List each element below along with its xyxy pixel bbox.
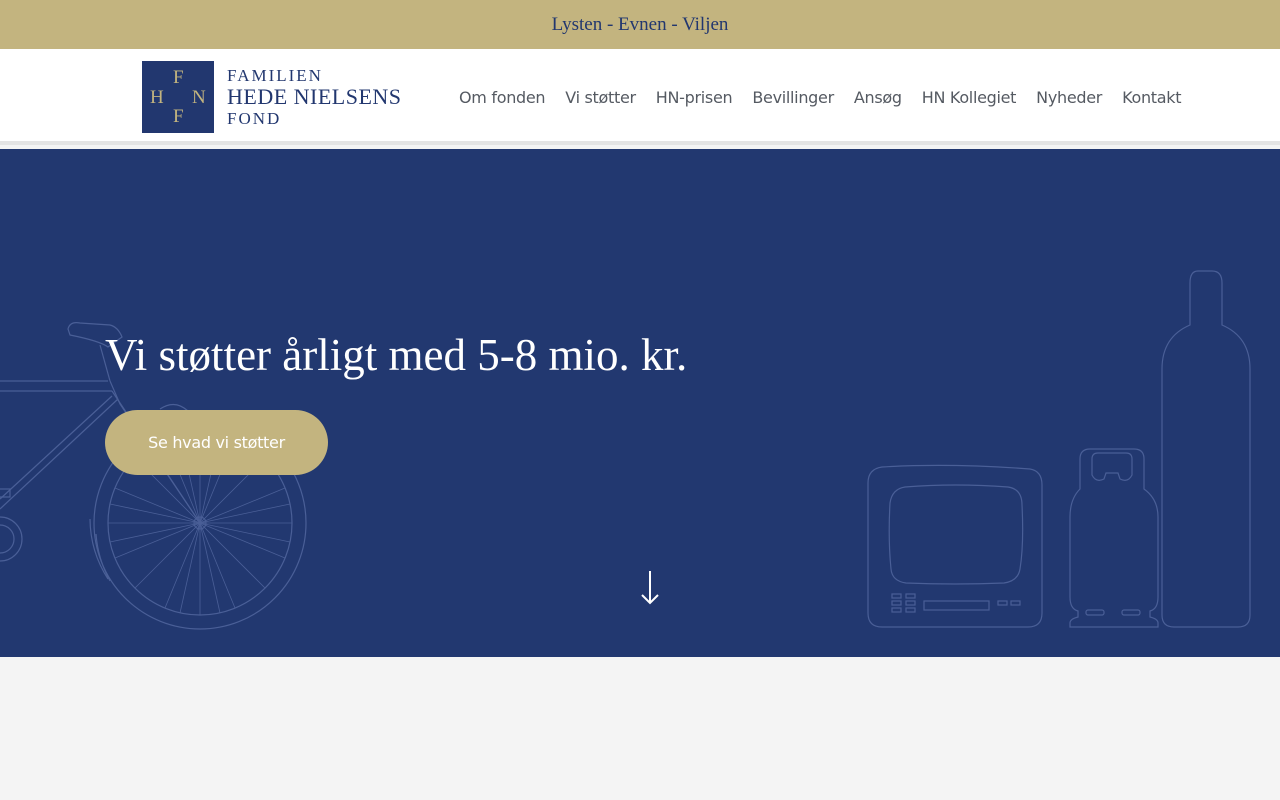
- nav-link-kontakt[interactable]: Kontakt: [1112, 88, 1191, 107]
- nav-item: HN Kollegiet: [912, 88, 1026, 107]
- nav-link-vi-stotter[interactable]: Vi støtter: [555, 88, 646, 107]
- nav-item: Kontakt: [1112, 88, 1191, 107]
- gas-cylinder-illustration: [1069, 448, 1159, 628]
- hero-title: Vi støtter årligt med 5-8 mio. kr.: [105, 330, 688, 380]
- hero-banner: Vi støtter årligt med 5-8 mio. kr. Se hv…: [0, 149, 1280, 657]
- logo-letter-left: H: [150, 87, 164, 108]
- site-logo[interactable]: F H N F FAMILIEN HEDE NIELSENS FOND: [142, 61, 402, 133]
- arrow-down-icon[interactable]: [635, 569, 665, 609]
- nav-item: Bevillinger: [742, 88, 844, 107]
- logo-line-2: HEDE NIELSENS: [227, 84, 402, 109]
- nav-item: Ansøg: [844, 88, 912, 107]
- logo-letter-top: F: [173, 67, 184, 88]
- top-tagline-bar: Lysten - Evnen - Viljen: [0, 0, 1280, 49]
- see-what-we-support-button[interactable]: Se hvad vi støtter: [105, 410, 328, 475]
- tagline: Lysten - Evnen - Viljen: [551, 13, 729, 35]
- nav-item: Nyheder: [1026, 88, 1112, 107]
- nav-link-om-fonden[interactable]: Om fonden: [449, 88, 555, 107]
- nav-link-nyheder[interactable]: Nyheder: [1026, 88, 1112, 107]
- logo-letter-bottom: F: [173, 106, 184, 127]
- main-nav: Om fonden Vi støtter HN-prisen Bevilling…: [449, 49, 1191, 145]
- nav-link-bevillinger[interactable]: Bevillinger: [742, 88, 844, 107]
- nav-link-ansog[interactable]: Ansøg: [844, 88, 912, 107]
- tv-illustration: [867, 464, 1043, 628]
- logo-line-1: FAMILIEN: [227, 66, 323, 85]
- nav-item: Om fonden: [449, 88, 555, 107]
- logo-monogram: F H N F: [142, 61, 214, 133]
- nav-item: HN-prisen: [646, 88, 743, 107]
- logo-line-3: FOND: [227, 109, 282, 128]
- nav-link-hn-kollegiet[interactable]: HN Kollegiet: [912, 88, 1026, 107]
- page-content-area: [0, 657, 1280, 800]
- bottle-illustration: [1161, 270, 1251, 628]
- logo-wordmark: FAMILIEN HEDE NIELSENS FOND: [227, 67, 402, 127]
- logo-letter-right: N: [192, 87, 206, 108]
- nav-item: Vi støtter: [555, 88, 646, 107]
- nav-link-hn-prisen[interactable]: HN-prisen: [646, 88, 743, 107]
- site-header: F H N F FAMILIEN HEDE NIELSENS FOND Om f…: [0, 49, 1280, 145]
